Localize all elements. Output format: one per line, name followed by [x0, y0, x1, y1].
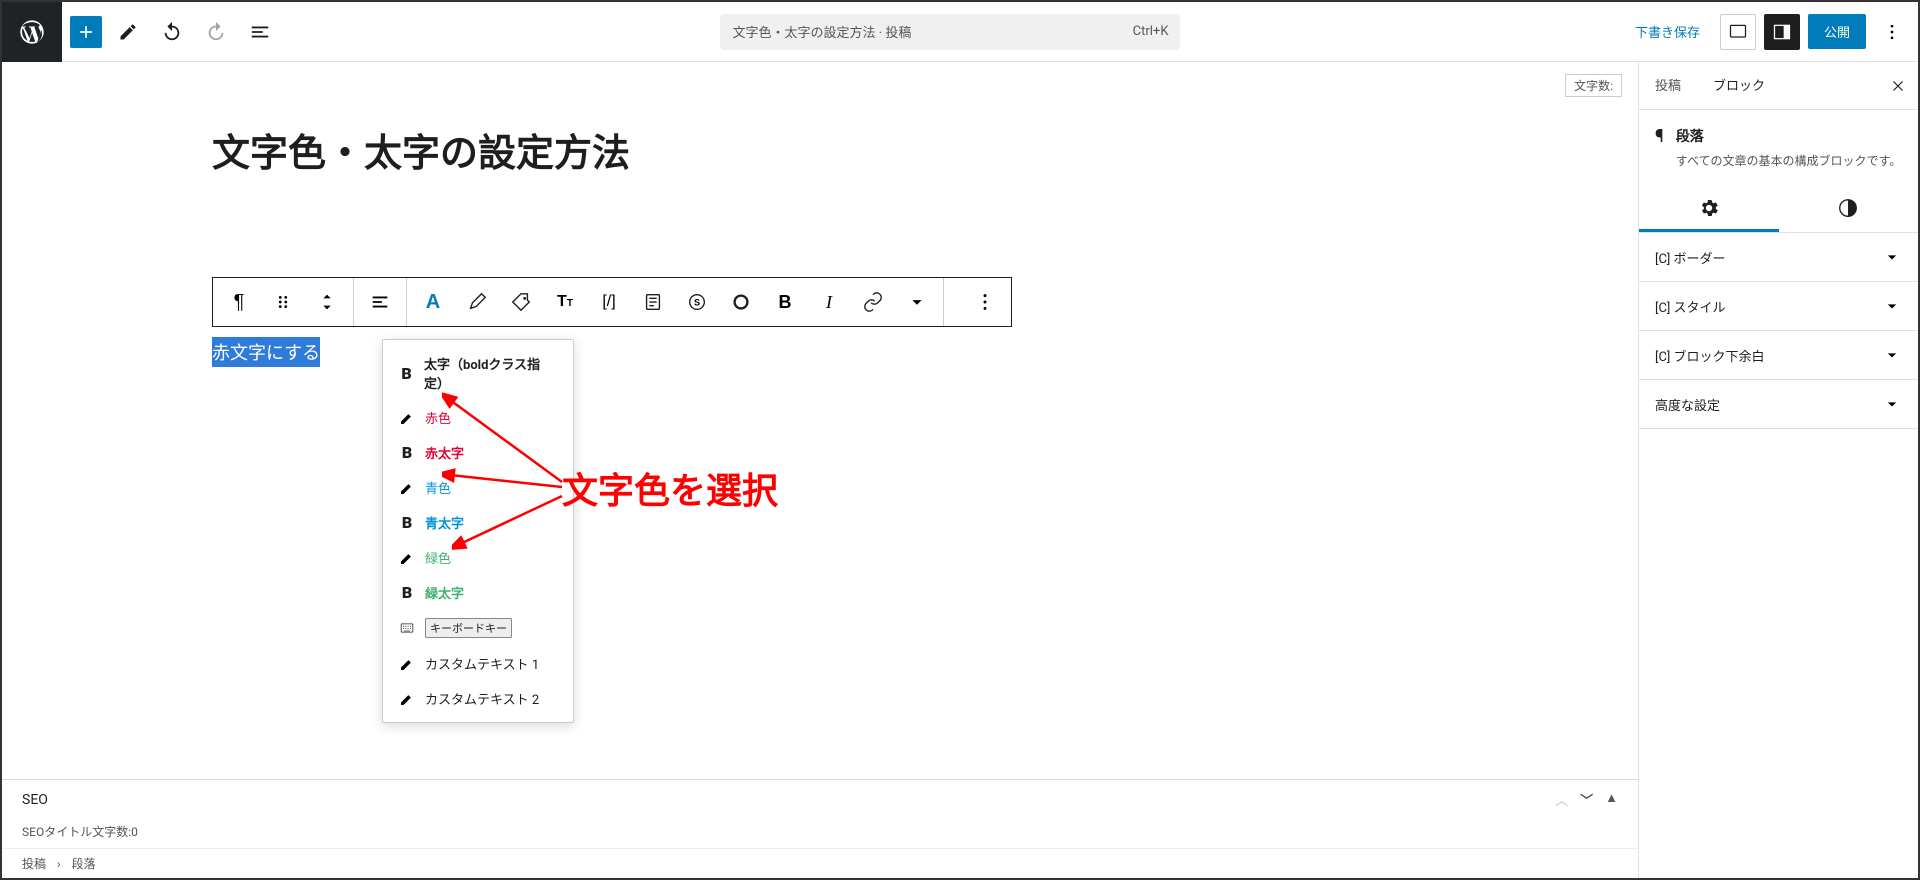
block-name: 段落 [1676, 126, 1901, 146]
preview-button[interactable] [1720, 14, 1756, 50]
dd-bold-class[interactable]: B太字（boldクラス指定） [383, 346, 573, 400]
redo-button[interactable] [198, 14, 234, 50]
publish-button[interactable]: 公開 [1808, 14, 1866, 49]
text-color-button[interactable]: A [411, 280, 455, 324]
dd-custom-2[interactable]: カスタムテキスト 2 [383, 681, 573, 716]
drag-handle[interactable] [261, 280, 305, 324]
panel-advanced[interactable]: 高度な設定 [1639, 380, 1918, 428]
italic-button[interactable]: I [807, 280, 851, 324]
font-size-button[interactable]: TT [543, 280, 587, 324]
panel-margin[interactable]: [C] ブロック下余白 [1639, 331, 1918, 379]
chevron-down-icon [1882, 247, 1902, 267]
dd-green[interactable]: 緑色 [383, 540, 573, 575]
breadcrumb-post[interactable]: 投稿 [22, 857, 46, 871]
search-shortcut: Ctrl+K [1133, 24, 1169, 39]
save-draft-button[interactable]: 下書き保存 [1623, 14, 1712, 49]
bold-icon: B [397, 443, 417, 462]
top-toolbar: 文字色・太字の設定方法 · 投稿 Ctrl+K 下書き保存 公開 [2, 2, 1918, 62]
seo-panel: SEO ︿ ﹀ ▲ SEOタイトル文字数:0 投稿 › 段落 [2, 779, 1638, 878]
more-formats-button[interactable] [895, 280, 939, 324]
editor-canvas: 文字数: 文字色・太字の設定方法 ¶ A [2, 62, 1638, 878]
panel-style[interactable]: [C] スタイル [1639, 282, 1918, 330]
dd-red[interactable]: 赤色 [383, 400, 573, 435]
pen-icon [397, 656, 417, 672]
block-options-button[interactable] [963, 280, 1007, 324]
chevron-down-icon [1882, 394, 1902, 414]
sidebar-tab-post[interactable]: 投稿 [1639, 62, 1697, 109]
bold-button[interactable]: B [763, 280, 807, 324]
paragraph-icon: ¶ [1655, 126, 1664, 170]
block-breadcrumb: 投稿 › 段落 [2, 848, 1638, 878]
more-options-button[interactable] [1874, 14, 1910, 50]
selected-paragraph-text[interactable]: 赤文字にする [212, 337, 320, 367]
add-block-button[interactable] [70, 16, 102, 48]
dd-red-bold[interactable]: B赤太字 [383, 435, 573, 470]
seo-title-count: SEOタイトル文字数:0 [2, 819, 1638, 848]
seo-down-icon[interactable]: ﹀ [1580, 790, 1593, 809]
block-toolbar: ¶ A TT [/] S [212, 277, 1012, 327]
document-overview-button[interactable] [242, 14, 278, 50]
char-count-badge: 文字数: [1565, 74, 1622, 97]
search-title: 文字色・太字の設定方法 · 投稿 [732, 22, 911, 41]
sidebar-tab-block[interactable]: ブロック [1697, 62, 1781, 109]
post-title[interactable]: 文字色・太字の設定方法 [212, 122, 1638, 177]
tag-button[interactable] [499, 280, 543, 324]
sidebar-subtab-settings[interactable] [1639, 186, 1779, 232]
bold-icon: B [397, 513, 417, 532]
pen-icon [397, 410, 417, 426]
seo-title: SEO [22, 792, 48, 808]
link-button[interactable] [851, 280, 895, 324]
chevron-down-icon [1882, 345, 1902, 365]
text-color-dropdown: B太字（boldクラス指定） 赤色 B赤太字 青色 B青太字 緑色 B緑太字 キ… [382, 339, 574, 723]
dd-blue[interactable]: 青色 [383, 470, 573, 505]
seo-collapse-icon[interactable]: ▲ [1605, 790, 1618, 809]
pen-icon [397, 550, 417, 566]
block-description: すべての文章の基本の構成ブロックです。 [1676, 152, 1901, 170]
circle-button[interactable] [719, 280, 763, 324]
seo-up-icon[interactable]: ︿ [1555, 790, 1568, 809]
svg-text:S: S [694, 298, 700, 308]
bold-icon: B [397, 583, 417, 602]
close-sidebar-button[interactable] [1886, 74, 1910, 98]
align-button[interactable] [358, 280, 402, 324]
breadcrumb-block[interactable]: 段落 [72, 857, 96, 871]
circle-s-button[interactable]: S [675, 280, 719, 324]
block-type-button[interactable]: ¶ [217, 280, 261, 324]
command-search[interactable]: 文字色・太字の設定方法 · 投稿 Ctrl+K [720, 14, 1180, 50]
dd-keyboard-key[interactable]: キーボードキー [383, 610, 573, 646]
panel-border[interactable]: [C] ボーダー [1639, 233, 1918, 281]
pen-icon [397, 691, 417, 707]
settings-sidebar: 投稿 ブロック ¶ 段落 すべての文章の基本の構成ブロックです。 [1638, 62, 1918, 878]
shortcode-button[interactable]: [/] [587, 280, 631, 324]
undo-button[interactable] [154, 14, 190, 50]
dd-custom-1[interactable]: カスタムテキスト 1 [383, 646, 573, 681]
pen-icon [397, 480, 417, 496]
wordpress-logo[interactable] [2, 2, 62, 62]
edit-mode-button[interactable] [110, 14, 146, 50]
dd-green-bold[interactable]: B緑太字 [383, 575, 573, 610]
move-updown-button[interactable] [305, 280, 349, 324]
highlight-button[interactable] [455, 280, 499, 324]
memo-button[interactable] [631, 280, 675, 324]
annotation-label: 文字色を選択 [562, 462, 778, 514]
block-info: ¶ 段落 すべての文章の基本の構成ブロックです。 [1639, 110, 1918, 186]
keyboard-icon [397, 621, 417, 635]
sidebar-subtab-styles[interactable] [1779, 186, 1919, 232]
settings-sidebar-button[interactable] [1764, 14, 1800, 50]
bold-icon: B [397, 364, 416, 383]
chevron-down-icon [1882, 296, 1902, 316]
dd-blue-bold[interactable]: B青太字 [383, 505, 573, 540]
